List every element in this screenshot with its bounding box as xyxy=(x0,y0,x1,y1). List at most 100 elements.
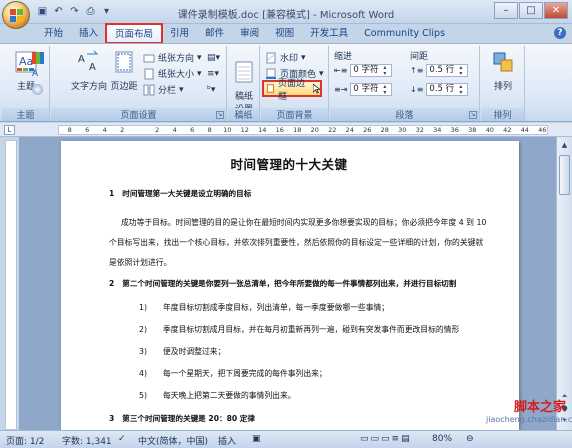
tab-home[interactable]: 开始 xyxy=(36,24,71,43)
window-title: 课件录制模板.doc [兼容模式] - Microsoft Word xyxy=(177,10,395,21)
tab-page-layout[interactable]: 页面布局 xyxy=(105,23,164,44)
heading-2: 2 第二个时间管理的关键是你要列一张总清单，把今年所要做的每一件事情都列出来，并… xyxy=(109,279,489,289)
outline-view-icon[interactable]: ≡ xyxy=(392,434,400,444)
breaks-icon[interactable]: ▤▾ xyxy=(207,50,220,65)
list-item-text: 每一个星期天，把下周要完成的每件事列出来； xyxy=(163,369,327,379)
spacing-heading: 间距 xyxy=(410,52,429,62)
site-watermark-url: jiaocheng.chazidian.com xyxy=(486,415,572,424)
spacing-before-input[interactable]: 0.5 行 xyxy=(426,64,469,77)
zoom-out-icon[interactable]: ⊖ xyxy=(466,434,474,444)
paragraph-launcher[interactable]: ↘ xyxy=(469,111,477,119)
theme-effects-icon[interactable] xyxy=(32,82,43,97)
ruler-number: 46 xyxy=(538,126,547,134)
web-layout-view-icon[interactable]: ▭ xyxy=(381,434,390,444)
line-numbers-icon[interactable]: ≡▾ xyxy=(207,66,219,81)
ruler-number xyxy=(131,126,149,134)
size-button[interactable]: 纸张大小 ▾ xyxy=(143,66,202,81)
maximize-button[interactable]: □ xyxy=(519,2,543,19)
ruler-number: 26 xyxy=(363,126,372,134)
help-icon[interactable]: ? xyxy=(554,27,566,39)
full-screen-view-icon[interactable]: ▭ xyxy=(371,434,380,444)
watermark-button[interactable]: 水印 ▾ xyxy=(265,50,306,65)
heading-3-text: 第三个时间管理的关键是 20：80 定律 xyxy=(122,413,255,423)
language-status[interactable]: 中文(简体，中国) xyxy=(138,434,208,447)
indent-left-input[interactable]: 0 字符 xyxy=(350,64,393,77)
insert-mode[interactable]: 插入 xyxy=(218,434,236,447)
ruler-number: 36 xyxy=(450,126,459,134)
arrange-group: 排列 排列 xyxy=(481,46,525,121)
paragraph-group: 缩进 间距 ⇤≡ 0 字符 ≡⇥ 0 字符 ↑≡ 0.5 行 ↓≡ 0.5 行 … xyxy=(330,46,480,121)
document-body: 时间管理的十大关键 1 时间管理第一大关键是设立明确的目标 成功等于目标。时间管… xyxy=(61,141,519,437)
ruler-number: 18 xyxy=(293,126,302,134)
document-page[interactable]: 时间管理的十大关键 1 时间管理第一大关键是设立明确的目标 成功等于目标。时间管… xyxy=(61,141,519,441)
text-direction-button[interactable]: A A 文字方向 xyxy=(69,50,109,92)
list-item: 2) 季度目标切割成月目标，并在每月初重新再列一遍，碰到有突发事件而更改目标的情形 xyxy=(109,325,489,335)
tab-developer[interactable]: 开发工具 xyxy=(302,24,356,43)
list-item: 1) 年度目标切割成季度目标，列出清单，每一季度要做哪一些事情； xyxy=(109,303,489,313)
tab-mailings[interactable]: 邮件 xyxy=(197,24,232,43)
tab-community-clips[interactable]: Community Clips xyxy=(356,24,453,43)
spacing-after-icon: ↓≡ xyxy=(410,85,424,94)
heading-1: 1 时间管理第一大关键是设立明确的目标 xyxy=(109,189,489,199)
paper-size-icon xyxy=(144,68,154,79)
office-button[interactable] xyxy=(2,1,30,29)
draft-view-icon[interactable]: ▤ xyxy=(401,434,410,444)
theme-colors-icon[interactable] xyxy=(32,50,44,65)
ruler-number: 4 xyxy=(172,126,177,134)
paragraph-group-label: 段落 xyxy=(330,108,479,121)
minimize-button[interactable]: – xyxy=(494,2,518,19)
tab-selector[interactable]: L xyxy=(4,125,15,135)
scroll-up-icon[interactable]: ▲ xyxy=(559,139,570,151)
columns-button[interactable]: 分栏 ▾ xyxy=(143,82,184,97)
status-bar: 页面: 1/2 字数: 1,341 ✓ 中文(简体，中国) 插入 ▣ ▭ ▭ ▭… xyxy=(0,430,572,448)
ruler-number: 6 xyxy=(190,126,195,134)
spacing-before-row: ↑≡ 0.5 行 xyxy=(410,63,469,78)
heading-1-text: 时间管理第一大关键是设立明确的目标 xyxy=(122,189,252,199)
list-item-text: 便及时调整过来； xyxy=(163,347,226,357)
title-bar: ▣ ↶ ↷ ⎙ ▾ 课件录制模板.doc [兼容模式] - Microsoft … xyxy=(0,0,572,29)
spacing-before-icon: ↑≡ xyxy=(410,66,424,75)
vertical-ruler[interactable] xyxy=(5,140,17,430)
indent-right-row: ≡⇥ 0 字符 xyxy=(334,82,393,97)
proofing-icon[interactable]: ✓ xyxy=(118,434,126,444)
text-direction-icon: A A xyxy=(78,50,99,73)
page-border-highlight: 页面边框 xyxy=(262,79,322,102)
indent-right-input[interactable]: 0 字符 xyxy=(350,83,393,96)
horizontal-ruler[interactable]: 8 6 4 2 2 4 6 8 10 12 14 16 18 20 22 24 26 28 30 32 34 36 38 40… xyxy=(58,125,548,135)
tab-review[interactable]: 审阅 xyxy=(232,24,267,43)
page-setup-launcher[interactable]: ↘ xyxy=(216,111,224,119)
orientation-button[interactable]: 纸张方向 ▾ xyxy=(143,50,202,65)
tab-view[interactable]: 视图 xyxy=(267,24,302,43)
margins-button[interactable]: 页边距 xyxy=(109,50,139,92)
window-controls: – □ ✕ xyxy=(494,2,568,19)
hyphenation-icon[interactable]: ᵇ▾ xyxy=(207,82,215,97)
list-item-text: 年度目标切割成季度目标，列出清单，每一季度要做哪一些事情； xyxy=(163,302,390,312)
mouse-cursor-icon xyxy=(312,83,320,94)
orientation-label: 纸张方向 xyxy=(158,54,195,64)
print-layout-view-icon[interactable]: ▭ xyxy=(360,434,369,444)
vertical-scrollbar[interactable]: ▲ ⏶ ● ⏷ xyxy=(556,137,572,430)
page-border-highlight-label[interactable]: 页面边框 xyxy=(278,76,308,102)
page-count[interactable]: 页面: 1/2 xyxy=(6,434,44,447)
close-button[interactable]: ✕ xyxy=(544,2,568,19)
page-background-group-label: 页面背景 xyxy=(261,108,328,121)
zoom-level[interactable]: 80% xyxy=(432,434,452,444)
scroll-thumb[interactable] xyxy=(559,155,570,195)
tab-references[interactable]: 引用 xyxy=(162,24,197,43)
list-item-number: 4) xyxy=(139,369,148,379)
svg-text:A: A xyxy=(89,62,96,73)
ruler-number: 14 xyxy=(258,126,267,134)
manuscript-group: 稿纸 设置 稿纸 xyxy=(228,46,260,121)
theme-fonts-icon[interactable]: A xyxy=(32,66,38,81)
ruler-number: 42 xyxy=(503,126,512,134)
spacing-after-input[interactable]: 0.5 行 xyxy=(426,83,469,96)
arrange-button[interactable]: 排列 xyxy=(487,50,519,92)
list-item: 3) 便及时调整过来； xyxy=(109,347,489,357)
tab-insert[interactable]: 插入 xyxy=(71,24,106,43)
word-count[interactable]: 字数: 1,341 xyxy=(62,434,112,447)
macro-record-icon[interactable]: ▣ xyxy=(252,434,261,444)
svg-text:A: A xyxy=(78,54,85,65)
orientation-icon xyxy=(143,54,155,62)
ruler-number: 8 xyxy=(207,126,212,134)
ruler-number: 10 xyxy=(223,126,232,134)
